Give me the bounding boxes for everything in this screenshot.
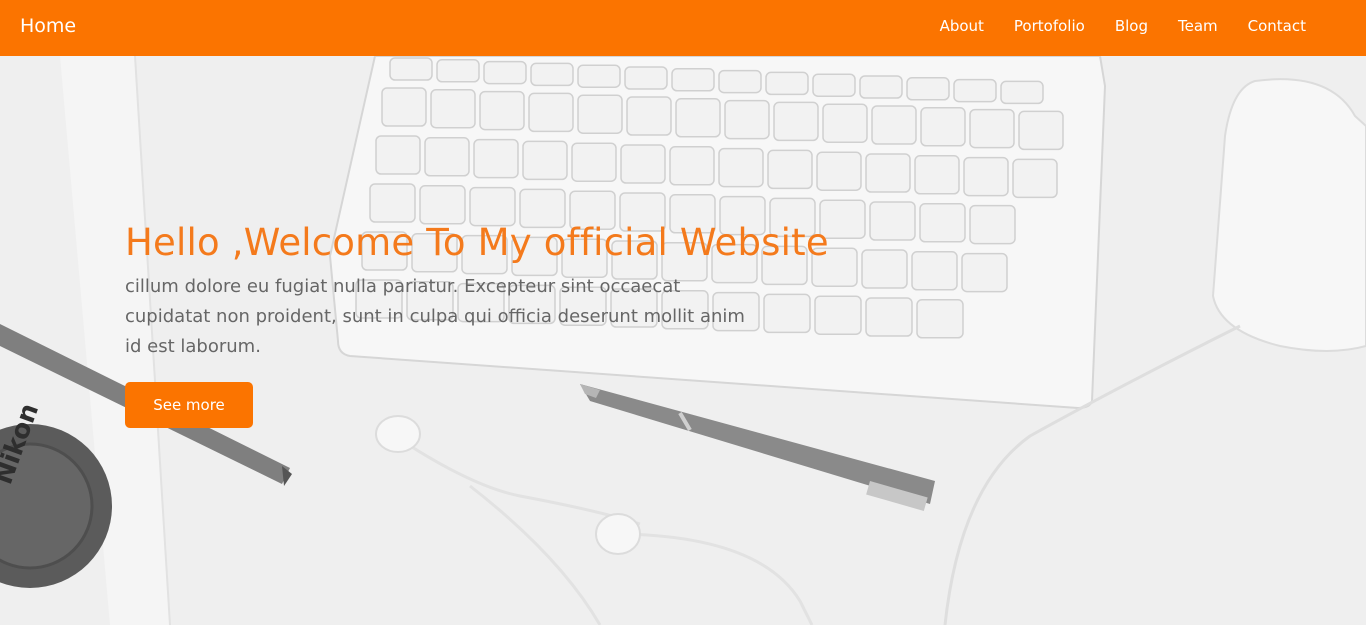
- keyboard-key: [767, 149, 813, 190]
- keyboard-key: [479, 90, 525, 131]
- keyboard-key: [528, 92, 574, 133]
- keyboard-key: [953, 78, 997, 103]
- keyboard-key: [577, 94, 623, 134]
- keyboard-key: [483, 60, 527, 85]
- keyboard-key: [919, 203, 966, 243]
- keyboard-key: [871, 105, 917, 145]
- keyboard-key: [389, 57, 433, 81]
- keyboard-key: [812, 73, 856, 97]
- keyboard-key: [969, 108, 1015, 149]
- keyboard-key: [1018, 110, 1064, 151]
- keyboard-key: [718, 147, 764, 188]
- navbar: Home About Portofolio Blog Team Contact: [0, 0, 1366, 56]
- nav-about-link[interactable]: About: [940, 17, 984, 35]
- keyboard-key: [675, 98, 721, 138]
- keyboard-key: [473, 138, 519, 179]
- keyboard-key: [522, 140, 568, 181]
- nav-links: About Portofolio Blog Team Contact: [940, 17, 1306, 35]
- keyboard-key: [773, 101, 819, 142]
- keyboard-key: [822, 103, 868, 143]
- keyboard-key: [765, 71, 809, 96]
- keyboard-key: [369, 183, 416, 223]
- keyboard-key: [571, 142, 617, 182]
- brand-home-link[interactable]: Home: [20, 15, 76, 37]
- keyboard-key: [620, 144, 666, 184]
- keyboard-key: [577, 64, 621, 88]
- keyboard-key: [375, 135, 421, 175]
- keyboard-key: [906, 77, 950, 101]
- keyboard-key: [916, 299, 964, 339]
- keyboard-key: [419, 185, 466, 225]
- keyboard-key: [963, 156, 1009, 197]
- keyboard-key: [865, 153, 911, 193]
- keyboard-key: [816, 151, 862, 191]
- hero-title: Hello ,Welcome To My official Website: [125, 221, 829, 264]
- keyboard-key: [469, 186, 516, 227]
- keyboard-key: [381, 87, 427, 127]
- keyboard-key: [969, 204, 1016, 245]
- keyboard-key: [424, 137, 470, 177]
- keyboard-key: [436, 59, 480, 83]
- nav-blog-link[interactable]: Blog: [1115, 17, 1148, 35]
- keyboard-key: [724, 99, 770, 140]
- keyboard-key: [861, 249, 908, 289]
- keyboard-key: [911, 251, 958, 291]
- keyboard-key: [869, 201, 916, 241]
- nav-contact-link[interactable]: Contact: [1248, 17, 1306, 35]
- keyboard-key: [626, 96, 672, 136]
- hero-description: cillum dolore eu fugiat nulla pariatur. …: [125, 276, 745, 357]
- keyboard-key: [1012, 158, 1058, 199]
- nav-portofolio-link[interactable]: Portofolio: [1014, 17, 1085, 35]
- keyboard-key: [1000, 80, 1044, 105]
- keyboard-key: [671, 68, 715, 92]
- keyboard-key: [624, 66, 668, 90]
- keyboard-key: [914, 155, 960, 195]
- keyboard-key: [430, 89, 476, 129]
- keyboard-key: [865, 297, 913, 337]
- keyboard-key: [718, 69, 762, 94]
- hero-content: Hello ,Welcome To My official Website ci…: [125, 221, 829, 428]
- hero-section: Nikon Hello ,Welcome To My official Webs…: [0, 56, 1366, 625]
- keyboard-key: [669, 146, 715, 186]
- keyboard-key: [859, 75, 903, 99]
- keyboard-key: [530, 62, 574, 87]
- see-more-button[interactable]: See more: [125, 382, 253, 428]
- keyboard-key: [920, 107, 966, 147]
- keyboard-key: [961, 252, 1008, 293]
- nav-team-link[interactable]: Team: [1178, 17, 1218, 35]
